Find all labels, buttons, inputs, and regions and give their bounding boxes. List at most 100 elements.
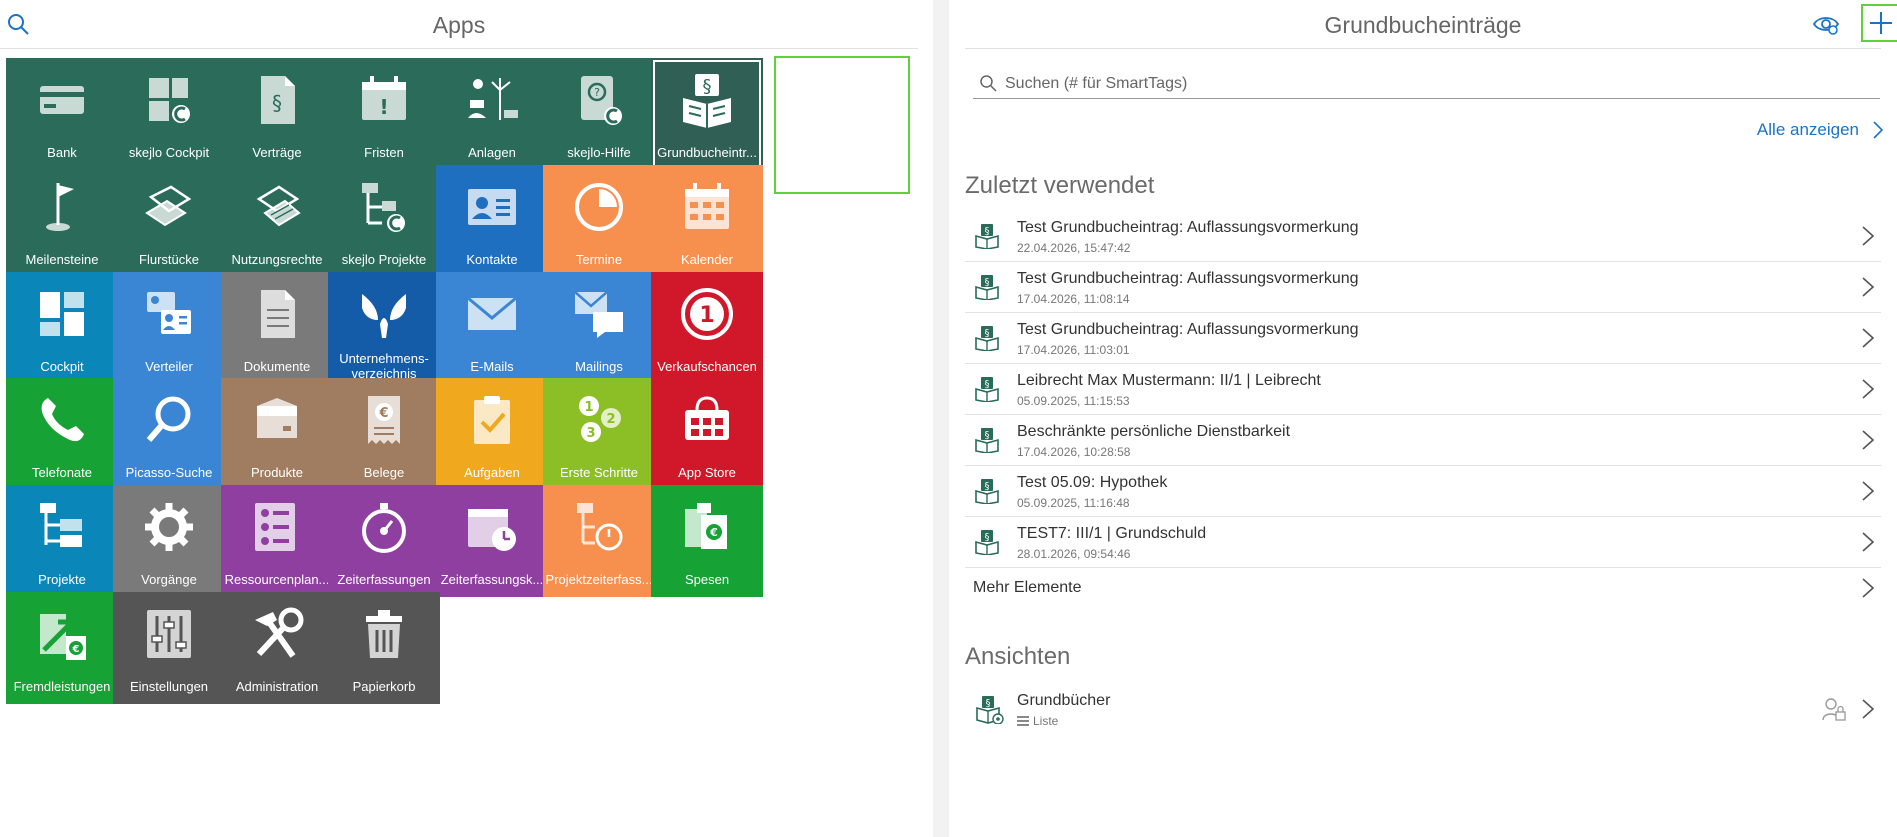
more-items-row[interactable]: Mehr Elemente: [965, 565, 1881, 611]
more-items-label: Mehr Elemente: [973, 579, 1082, 596]
recent-item[interactable]: § Test Grundbucheintrag: Auflassungsvorme…: [965, 313, 1881, 364]
recent-section-title: Zuletzt verwendet: [965, 172, 1155, 199]
app-tile-belege[interactable]: € Belege: [328, 378, 440, 490]
app-tile-nutzungsrechte[interactable]: Nutzungsrechte: [221, 165, 333, 277]
search-field[interactable]: [973, 68, 1880, 99]
receipt-icon: €: [328, 392, 440, 448]
recent-item[interactable]: § TEST7: III/1 | Grundschuld 28.01.2026, 0…: [965, 517, 1881, 568]
app-tile-mailings[interactable]: Mailings: [543, 272, 655, 384]
app-tile-telefonate[interactable]: Telefonate: [6, 378, 118, 490]
land-register-entry-icon: §: [975, 224, 999, 249]
app-tile-aufgaben[interactable]: Aufgaben: [436, 378, 548, 490]
gear-icon: [113, 499, 225, 555]
app-tile-label: skejlo-Hilfe: [567, 145, 631, 160]
search-input[interactable]: [1003, 70, 1867, 98]
app-tile-projekte[interactable]: Projekte: [6, 485, 118, 597]
app-tile-unternehmens-verzeichnis[interactable]: Unternehmens-verzeichnis: [328, 272, 440, 384]
app-tile-kontakte[interactable]: Kontakte: [436, 165, 548, 277]
product-box-icon: [221, 392, 333, 448]
recent-item[interactable]: § Test 05.09: Hypothek 05.09.2025, 11:16:4…: [965, 466, 1881, 517]
app-tile-verkaufschancen[interactable]: 1 Verkaufschancen: [651, 272, 763, 384]
svg-text:!: !: [379, 95, 388, 119]
svg-text:§: §: [985, 532, 990, 543]
app-tile-label: Einstellungen: [129, 679, 209, 694]
deadline-icon: !: [328, 72, 440, 128]
app-tile-zeiterfassungen[interactable]: Zeiterfassungen: [328, 485, 440, 597]
show-all-link[interactable]: Alle anzeigen: [1757, 120, 1883, 140]
app-tile-label: Telefonate: [32, 465, 92, 480]
view-type-label: Liste: [1033, 714, 1059, 728]
app-tile-picasso-suche[interactable]: Picasso-Suche: [113, 378, 225, 490]
app-tile-fristen[interactable]: ! Fristen: [328, 58, 440, 170]
app-tile-anlagen[interactable]: Anlagen: [436, 58, 548, 170]
magnifier-icon: [113, 392, 225, 448]
app-tile-verträge[interactable]: § Verträge: [221, 58, 333, 170]
panel-divider[interactable]: [933, 0, 949, 837]
detail-title: Grundbucheinträge: [1324, 12, 1522, 38]
app-tile-papierkorb[interactable]: Papierkorb: [328, 592, 440, 704]
svg-text:§: §: [985, 379, 990, 390]
app-tile-zeiterfassungsk[interactable]: Zeiterfassungsk...: [436, 485, 548, 597]
app-tile-administration[interactable]: Administration: [221, 592, 333, 704]
app-tile-ressourcenplan[interactable]: Ressourcenplan...: [221, 485, 333, 597]
app-tile-einstellungen[interactable]: Einstellungen: [113, 592, 225, 704]
app-tile-erste-schritte[interactable]: 1 2 3 Erste Schritte: [543, 378, 655, 490]
app-tile-label: Meilensteine: [25, 252, 99, 267]
app-tile-flurstücke[interactable]: Flurstücke: [113, 165, 225, 277]
app-tile-grundbucheintr[interactable]: § Grundbucheintr...: [651, 58, 763, 170]
app-tile-app-store[interactable]: App Store: [651, 378, 763, 490]
app-tile-kalender[interactable]: Kalender: [651, 165, 763, 277]
add-button[interactable]: [1861, 4, 1897, 42]
app-tile-skejlo-cockpit[interactable]: skejlo Cockpit: [113, 58, 225, 170]
sales-chance-icon: 1: [651, 286, 763, 342]
app-tile-cockpit[interactable]: Cockpit: [6, 272, 118, 384]
view-item[interactable]: § Grundbücher Liste: [965, 686, 1881, 736]
recent-item-date: 17.04.2026, 11:03:01: [1017, 343, 1130, 357]
user-lock-icon[interactable]: [1821, 696, 1847, 722]
app-tile-label: Verkaufschancen: [657, 359, 757, 374]
views-section-title: Ansichten: [965, 643, 1071, 670]
company-directory-icon: [328, 286, 440, 342]
app-tile-label: Administration: [235, 679, 319, 694]
app-tile-vorgänge[interactable]: Vorgänge: [113, 485, 225, 597]
app-tile-meilensteine[interactable]: Meilensteine: [6, 165, 118, 277]
app-tile-fremdleistungen[interactable]: € Fremdleistungen: [6, 592, 118, 704]
app-tile-bank[interactable]: Bank: [6, 58, 118, 170]
recent-item[interactable]: § Test Grundbucheintrag: Auflassungsvorme…: [965, 262, 1881, 313]
app-tile-label: Aufgaben: [464, 465, 520, 480]
app-tile-e-mails[interactable]: E-Mails: [436, 272, 548, 384]
apps-header: Apps: [0, 0, 918, 49]
eye-settings-icon[interactable]: [1811, 10, 1841, 38]
svg-text:2: 2: [606, 412, 615, 427]
recent-item[interactable]: § Beschränkte persönliche Dienstbarkeit 17…: [965, 415, 1881, 466]
app-tile-label: skejlo Cockpit: [128, 145, 210, 160]
app-tile-label: Erste Schritte: [559, 465, 639, 480]
app-tile-termine[interactable]: Termine: [543, 165, 655, 277]
recent-item-title: Test Grundbucheintrag: Auflassungsvormer…: [1017, 321, 1359, 338]
app-tile-spesen[interactable]: € Spesen: [651, 485, 763, 597]
recent-item-date: 17.04.2026, 10:28:58: [1017, 445, 1131, 459]
app-tile-label: Mailings: [575, 359, 623, 374]
app-tile-label: Flurstücke: [139, 252, 199, 267]
app-tile-label: Kontakte: [466, 252, 518, 267]
recent-item-date: 05.09.2025, 11:15:53: [1017, 394, 1130, 408]
recent-item-date: 05.09.2025, 11:16:48: [1017, 496, 1130, 510]
detail-panel: Grundbucheinträge Alle anzeigen Zuletzt …: [949, 0, 1897, 837]
land-register-entry-icon: §: [975, 326, 999, 351]
app-tile-skejlo-hilfe[interactable]: ? skejlo-Hilfe: [543, 58, 655, 170]
app-tile-dokumente[interactable]: Dokumente: [221, 272, 333, 384]
recent-item[interactable]: § Test Grundbucheintrag: Auflassungsvorme…: [965, 211, 1881, 262]
chevron-right-icon: [1873, 121, 1883, 139]
app-tile-produkte[interactable]: Produkte: [221, 378, 333, 490]
bank-card-icon: [6, 72, 118, 128]
recent-item[interactable]: § Leibrecht Max Mustermann: II/1 | Leibre…: [965, 364, 1881, 415]
chevron-right-icon: [1862, 277, 1875, 297]
app-tile-verteiler[interactable]: Verteiler: [113, 272, 225, 384]
app-tile-projektzeiterfass[interactable]: Projektzeiterfass...: [543, 485, 655, 597]
plus-icon: [1870, 12, 1892, 34]
app-tile-label: Anlagen: [468, 145, 516, 160]
app-tile-skejlo-projekte[interactable]: skejlo Projekte: [328, 165, 440, 277]
app-tile-label: App Store: [678, 465, 736, 480]
recent-item-date: 28.01.2026, 09:54:46: [1017, 547, 1131, 561]
apps-panel: Apps Bank skejlo Cockpit § Verträge! Fristen…: [0, 0, 933, 837]
